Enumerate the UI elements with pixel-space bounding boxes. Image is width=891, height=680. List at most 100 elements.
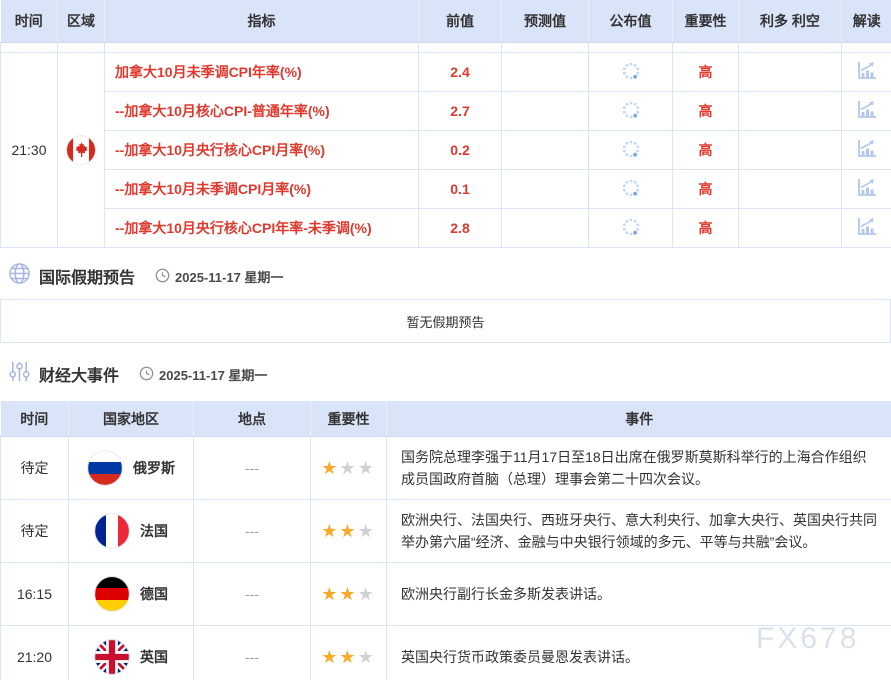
indicator-link[interactable]: --加拿大10月央行核心CPI年率-未季调(%) [115, 220, 372, 236]
star-empty-icon: ★ [358, 584, 376, 604]
indicator-column-header: 指标 [105, 0, 419, 43]
indicator-column-header: 公布值 [589, 0, 673, 43]
indicator-name-cell: --加拿大10月央行核心CPI月率(%) [105, 131, 419, 170]
chart-icon[interactable] [856, 139, 878, 159]
star-empty-icon: ★ [358, 647, 376, 667]
country-name: 法国 [140, 521, 168, 541]
indicator-name-cell: --加拿大10月未季调CPI月率(%) [105, 170, 419, 209]
chart-icon[interactable] [856, 178, 878, 198]
event-time-cell: 待定 [1, 500, 69, 563]
published-value-cell [589, 131, 673, 170]
forecast-value-cell [502, 170, 589, 209]
forecast-value-cell [502, 131, 589, 170]
events-table-header-row: 时间国家地区地点重要性事件 [1, 401, 891, 437]
indicator-link[interactable]: --加拿大10月央行核心CPI月率(%) [115, 142, 325, 158]
events-section-header: 财经大事件 2025-11-17 星期一 [8, 361, 891, 387]
event-time-cell: 16:15 [1, 563, 69, 626]
importance-cell: 高 [673, 53, 739, 92]
indicator-name-cell: --加拿大10月核心CPI-普通年率(%) [105, 92, 419, 131]
loading-spinner-icon [622, 218, 640, 236]
published-value-cell [589, 53, 673, 92]
chart-icon[interactable] [856, 100, 878, 120]
empty-cell [739, 43, 842, 53]
indicator-link[interactable]: --加拿大10月核心CPI-普通年率(%) [115, 103, 330, 119]
event-importance-cell: ★★★ [311, 626, 387, 680]
interpret-cell [842, 92, 891, 131]
event-description-cell: 欧洲央行、法国央行、西班牙央行、意大利央行、加拿大央行、英国央行共同举办第六届“… [387, 500, 891, 563]
holiday-section-header: 国际假期预告 2025-11-17 星期一 [8, 263, 891, 289]
indicator-column-header: 区域 [58, 0, 105, 43]
flag-canada-icon [66, 135, 96, 165]
events-section-title: 财经大事件 [39, 362, 119, 386]
release-time: 21:30 [11, 142, 46, 158]
star-filled-icon: ★ [321, 521, 339, 541]
indicator-name-cell: 加拿大10月未季调CPI年率(%) [105, 53, 419, 92]
previous-value-cell: 2.4 [419, 53, 502, 92]
empty-cell [105, 43, 419, 53]
holiday-empty-text: 暂无假期预告 [406, 312, 484, 331]
indicator-column-header: 预测值 [502, 0, 589, 43]
events-column-header: 事件 [387, 401, 891, 437]
previous-value-cell: 2.8 [419, 209, 502, 248]
published-value-cell [589, 92, 673, 131]
indicator-column-header: 重要性 [673, 0, 739, 43]
interpret-cell [842, 209, 891, 248]
importance-stars: ★★★ [321, 524, 375, 540]
country-name: 德国 [140, 584, 168, 604]
indicator-link[interactable]: --加拿大10月未季调CPI月率(%) [115, 181, 311, 197]
holiday-section-title: 国际假期预告 [39, 264, 135, 288]
flag-france-icon [94, 513, 130, 549]
importance-cell: 高 [673, 170, 739, 209]
empty-cell [842, 43, 891, 53]
bias-cell [739, 131, 842, 170]
globe-icon [8, 262, 31, 285]
events-column-header: 重要性 [311, 401, 387, 437]
star-filled-icon: ★ [339, 521, 357, 541]
event-country-cell: 俄罗斯 [69, 437, 194, 500]
interpret-cell [842, 131, 891, 170]
chart-icon[interactable] [856, 61, 878, 81]
importance-stars: ★★★ [321, 650, 375, 666]
empty-cell [673, 43, 739, 53]
empty-cell [58, 43, 105, 53]
country-name: 英国 [140, 647, 168, 667]
indicator-column-header: 利多 利空 [739, 0, 842, 43]
indicator-table: 时间区域指标前值预测值公布值重要性利多 利空解读 21:30加拿大10月未季调C… [0, 0, 891, 248]
previous-value-cell: 0.2 [419, 131, 502, 170]
event-country-cell: 德国 [69, 563, 194, 626]
event-location-cell: --- [194, 500, 311, 563]
event-time-cell: 待定 [1, 437, 69, 500]
star-empty-icon: ★ [358, 458, 376, 478]
chart-icon[interactable] [856, 217, 878, 237]
indicator-link[interactable]: 加拿大10月未季调CPI年率(%) [115, 64, 302, 80]
partial-row [1, 43, 891, 53]
published-value-cell [589, 209, 673, 248]
interpret-cell [842, 53, 891, 92]
forecast-value-cell [502, 92, 589, 131]
forecast-value-cell [502, 209, 589, 248]
star-filled-icon: ★ [339, 584, 357, 604]
loading-spinner-icon [622, 179, 640, 197]
event-importance-cell: ★★★ [311, 563, 387, 626]
empty-cell [589, 43, 673, 53]
economic-calendar-page: 时间区域指标前值预测值公布值重要性利多 利空解读 21:30加拿大10月未季调C… [0, 0, 891, 680]
indicator-row: --加拿大10月核心CPI-普通年率(%)2.7高 [1, 92, 891, 131]
time-cell: 21:30 [1, 53, 58, 248]
star-filled-icon: ★ [321, 647, 339, 667]
event-importance-cell: ★★★ [311, 500, 387, 563]
star-filled-icon: ★ [321, 584, 339, 604]
loading-spinner-icon [622, 101, 640, 119]
star-filled-icon: ★ [339, 647, 357, 667]
importance-stars: ★★★ [321, 461, 375, 477]
event-description-cell: 欧洲央行副行长金多斯发表讲话。 [387, 563, 891, 626]
published-value-cell [589, 170, 673, 209]
events-column-header: 国家地区 [69, 401, 194, 437]
empty-cell [1, 43, 58, 53]
country-name: 俄罗斯 [133, 458, 175, 478]
flag-russia-icon [87, 450, 123, 486]
previous-value-cell: 0.1 [419, 170, 502, 209]
event-location-cell: --- [194, 626, 311, 680]
empty-cell [419, 43, 502, 53]
event-description-cell: 英国央行货币政策委员曼恩发表讲话。 [387, 626, 891, 680]
previous-value-cell: 2.7 [419, 92, 502, 131]
